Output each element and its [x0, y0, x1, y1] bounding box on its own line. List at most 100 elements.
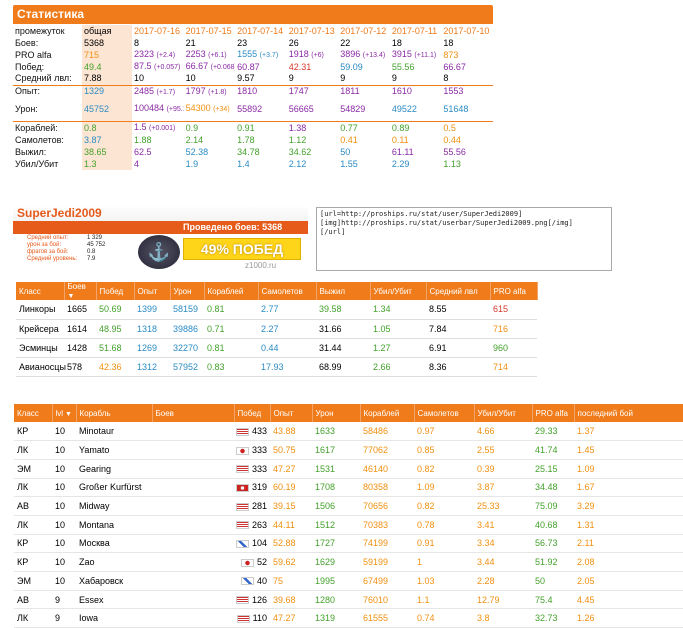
ship-row: ЛК 10 Großer Kurfürst 319 60.19 1708 80358 1.09…	[14, 478, 683, 498]
stats-value: 56665	[288, 103, 314, 114]
ship-row: АВ 10 Midway 281 39.15 1506 70656 0.82 25.33 75.0…	[14, 496, 683, 516]
ship-cell: ЛК	[14, 440, 52, 460]
class-cell: 50.69	[96, 300, 134, 320]
class-column-header[interactable]: Кораблей	[204, 282, 259, 300]
stats-cell: 0.8	[82, 121, 132, 134]
ships-column-header[interactable]: Опыт	[270, 404, 313, 422]
ship-cell: 1.31	[574, 515, 683, 535]
ships-column-header[interactable]: Класс	[14, 404, 53, 422]
ship-cell: 1.03	[414, 571, 474, 591]
class-column-header[interactable]: Класс	[16, 282, 65, 300]
ship-cell: 10	[52, 422, 76, 442]
sort-arrow-icon: ▼	[63, 410, 72, 418]
nation-flag-icon	[236, 614, 250, 623]
class-column-header[interactable]: Выжил	[316, 282, 371, 300]
class-cell: 31.44	[316, 338, 370, 358]
stats-delta: (+11.1)	[414, 52, 437, 59]
bbcode-textarea[interactable]	[316, 207, 612, 271]
stats-value: 55.56	[443, 146, 466, 157]
stats-title: Статистика	[13, 5, 493, 24]
sort-arrow-icon: ▼	[67, 293, 75, 300]
ship-cell: 3.8	[474, 608, 532, 628]
stats-cell: 715	[82, 49, 132, 61]
ships-column-header[interactable]: Урон	[312, 404, 361, 422]
stats-value: 1.38	[288, 122, 307, 133]
userbar-stats: Средний опыт: 1 329 урон за бой: 45 752 фраг…	[27, 235, 105, 263]
stats-value: 50	[340, 146, 351, 157]
class-cell: 1.05	[370, 319, 426, 339]
ship-battles: 433	[152, 422, 270, 442]
ships-column-header[interactable]: Боев	[152, 404, 235, 422]
ship-cell: 51.92	[532, 552, 574, 572]
class-column-header[interactable]: Убил/Убит	[370, 282, 427, 300]
stats-value: 1.55	[340, 158, 358, 169]
ships-column-header[interactable]: последний бой	[574, 404, 683, 422]
ship-cell: 2.28	[474, 571, 532, 591]
class-column-header[interactable]: Опыт	[134, 282, 171, 300]
stats-value: 100484	[134, 103, 165, 114]
stats-value: 1.3	[84, 158, 97, 169]
ship-cell: Москва	[76, 534, 152, 554]
stats-cell: 0.89	[389, 121, 442, 134]
class-cell: 2.27	[258, 319, 316, 339]
ships-column-header[interactable]: Корабль	[76, 404, 153, 422]
ship-cell: 29.33	[532, 422, 574, 442]
stats-cell: 49522	[390, 98, 442, 122]
stats-value: 7.88	[84, 73, 102, 84]
ships-column-header[interactable]: lvl ▼	[52, 404, 77, 422]
class-row: Авианосцы 578 42.36 1312 57952 0.83 17.93 68.99…	[16, 357, 537, 377]
class-table-header: Класс Боев ▼ Побед Опыт Урон Кораблей Самолето…	[16, 282, 538, 300]
stats-cell: 1.3	[82, 158, 132, 170]
stats-value: 38.65	[84, 146, 107, 157]
ship-battles-value: 333	[251, 463, 267, 474]
class-stats-table: Класс Боев ▼ Побед Опыт Урон Кораблей Самолето…	[16, 282, 538, 377]
stats-cell: 7.88	[82, 73, 132, 85]
ship-cell: 80358	[360, 478, 414, 498]
nation-flag-icon	[240, 577, 254, 586]
class-column-header[interactable]: Боев ▼	[64, 282, 97, 300]
stats-value: 54300	[185, 103, 211, 114]
stats-cell: 100484 (+95.1)	[132, 98, 184, 122]
ship-cell: 77062	[360, 440, 414, 460]
stats-value: 2.29	[391, 158, 410, 169]
ships-column-header[interactable]: Убил/Убит	[474, 404, 533, 422]
class-column-header[interactable]: Урон	[170, 282, 205, 300]
ships-column-header[interactable]: Кораблей	[360, 404, 415, 422]
class-cell: 1614	[64, 319, 96, 339]
stats-value: 3915	[391, 49, 412, 59]
stats-value: 0.5	[443, 122, 456, 133]
userbar-signature[interactable]: SuperJedi2009 Проведено боев: 5368 Средн…	[13, 205, 308, 271]
ship-cell: 70656	[360, 496, 414, 516]
stats-cell: 0.91	[235, 121, 287, 134]
ship-battles-value: 263	[251, 519, 267, 530]
class-cell: 57952	[170, 357, 204, 377]
class-cell: 716	[490, 319, 537, 339]
stats-value: 1610	[391, 86, 412, 96]
ship-cell: ЭМ	[14, 459, 52, 479]
ships-column-header[interactable]: Самолетов	[414, 404, 475, 422]
stats-value: 1.4	[237, 158, 250, 169]
stats-value: 0.44	[443, 134, 461, 145]
stats-cell: 1.12	[287, 134, 339, 146]
ship-row: ЛК 9 Iowa 110 47.27 1319 61555 0.74 3.8 32.73 1.26…	[14, 608, 683, 628]
stats-value: 34.62	[288, 146, 312, 157]
stats-value: 66.67	[443, 61, 466, 72]
stats-value: 3896	[340, 49, 361, 59]
stats-cell: 22	[338, 37, 390, 49]
stats-cell: 55892	[235, 98, 287, 122]
class-column-header[interactable]: PRO alfa	[490, 282, 538, 300]
ship-cell: 1512	[312, 515, 360, 535]
class-cell: 42.36	[96, 357, 134, 377]
stats-cell: 0.44	[441, 134, 493, 146]
stats-cell: 873	[441, 49, 493, 61]
stats-cell: 1.9	[184, 158, 236, 170]
class-column-header[interactable]: Средний лвл	[426, 282, 491, 300]
class-column-header[interactable]: Самолетов	[258, 282, 317, 300]
stats-cell: 1553	[441, 84, 493, 98]
stats-cell: 50	[338, 146, 390, 158]
ships-column-header[interactable]: Побед	[234, 404, 271, 422]
class-cell: 615	[490, 300, 537, 320]
ships-column-header[interactable]: PRO alfa	[532, 404, 575, 422]
class-column-header[interactable]: Побед	[96, 282, 135, 300]
class-cell: 0.81	[204, 338, 258, 358]
